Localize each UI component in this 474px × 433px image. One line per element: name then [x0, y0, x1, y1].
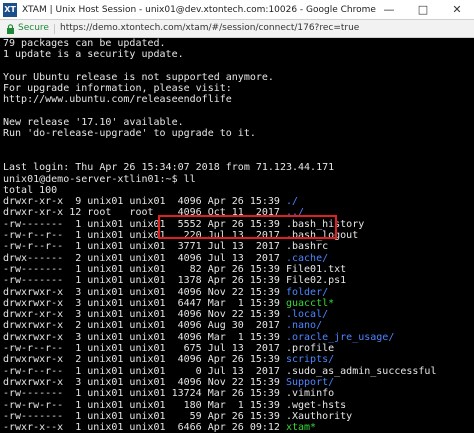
directory-name: ./ — [285, 196, 299, 208]
terminal-line-text: total 100 — [3, 184, 58, 196]
terminal-line-text: drwxrwxr-x 3 unix01 unix01 4096 Mar 1 15… — [3, 331, 286, 343]
terminal-line: total 100 — [3, 185, 474, 196]
terminal-line: drwxr-xr-x 3 unix01 unix01 4096 Nov 22 1… — [3, 309, 474, 320]
terminal-line-text: drwxrwxr-x 3 unix01 unix01 6447 Mar 1 15… — [3, 297, 286, 309]
terminal-line: -rw-r--r-- 1 unix01 unix01 220 Jul 13 20… — [3, 230, 474, 241]
terminal-line-text: drwxr-xr-x 12 root root 4096 Oct 11 2017 — [3, 207, 286, 219]
terminal-line-text: -rw-r--r-- 1 unix01 unix01 220 Jul 13 20… — [3, 230, 359, 242]
maximize-button[interactable]: □ — [406, 0, 440, 20]
minimize-button[interactable]: — — [372, 0, 406, 20]
browser-window: XT XTAM | Unix Host Session - unix01@dev… — [0, 0, 474, 433]
title-bar[interactable]: XT XTAM | Unix Host Session - unix01@dev… — [0, 0, 474, 20]
terminal-line-text: -rw-rw-r-- 1 unix01 unix01 180 Mar 1 15:… — [3, 399, 347, 411]
executable-name: xtam* — [285, 422, 317, 433]
directory-name: scripts/ — [285, 354, 335, 366]
terminal-line-text: drwx------ 2 unix01 unix01 4096 Jul 13 2… — [3, 252, 286, 264]
terminal-line-text: 1 update is a security update. — [3, 49, 184, 61]
terminal-line-text: New release '17.10' available. — [3, 117, 184, 129]
directory-name: Support/ — [285, 376, 335, 388]
terminal-line-text: -rwxr-x--x 1 unix01 unix01 6466 Apr 26 0… — [3, 422, 286, 433]
address-bar[interactable]: Secure https://demo.xtontech.com/xtam/#/… — [0, 20, 474, 38]
window-controls: — □ ✕ — [372, 0, 474, 20]
terminal-line: -rw------- 1 unix01 unix01 82 Apr 26 15:… — [3, 264, 474, 275]
terminal-line: -rw-r--r-- 1 unix01 unix01 0 Jul 13 2017… — [3, 366, 474, 377]
secure-label[interactable]: Secure — [18, 20, 49, 37]
terminal-line: Your Ubuntu release is not supported any… — [3, 72, 474, 83]
terminal-line-text: Last login: Thu Apr 26 15:34:07 2018 fro… — [3, 162, 335, 174]
terminal-line: -rw-r--r-- 1 unix01 unix01 3771 Jul 13 2… — [3, 241, 474, 252]
terminal-line: drwxr-xr-x 9 unix01 unix01 4096 Apr 26 1… — [3, 196, 474, 207]
terminal-line-text: -rw-r--r-- 1 unix01 unix01 0 Jul 13 2017… — [3, 365, 437, 377]
terminal-line: -rw------- 1 unix01 unix01 1378 Apr 26 1… — [3, 275, 474, 286]
terminal-line-text: -rw-r--r-- 1 unix01 unix01 675 Jul 13 20… — [3, 343, 335, 355]
terminal-line: -rw------- 1 unix01 unix01 59 Apr 26 15:… — [3, 411, 474, 422]
lock-icon — [7, 24, 14, 34]
terminal-line: drwx------ 2 unix01 unix01 4096 Jul 13 2… — [3, 253, 474, 264]
terminal-line: For upgrade information, please visit: — [3, 83, 474, 94]
directory-name: .local/ — [285, 309, 329, 321]
terminal-line: New release '17.10' available. — [3, 117, 474, 128]
terminal-line: -rw------- 1 unix01 unix01 5552 Apr 26 1… — [3, 219, 474, 230]
terminal-line-text: Run 'do-release-upgrade' to upgrade to i… — [3, 128, 256, 140]
terminal-line-text: drwxr-xr-x 3 unix01 unix01 4096 Nov 22 1… — [3, 309, 286, 321]
terminal-line: Run 'do-release-upgrade' to upgrade to i… — [3, 128, 474, 139]
url-field[interactable]: https://demo.xtontech.com/xtam/#/session… — [60, 20, 359, 37]
terminal-line-text: -rw-r--r-- 1 unix01 unix01 3771 Jul 13 2… — [3, 241, 329, 253]
terminal-line: drwxr-xr-x 12 root root 4096 Oct 11 2017… — [3, 207, 474, 218]
directory-name: .nano/ — [285, 320, 323, 332]
terminal-line-text: -rw------- 1 unix01 unix01 82 Apr 26 15:… — [3, 263, 347, 275]
terminal-line: http://www.ubuntu.com/releaseendoflife — [3, 94, 474, 105]
terminal-line-text: -rw------- 1 unix01 unix01 59 Apr 26 15:… — [3, 410, 353, 422]
terminal-line-text: unix01@demo-server-xtlin01:~$ ll — [3, 173, 196, 185]
directory-name: folder/ — [285, 286, 329, 298]
app-icon: XT — [3, 3, 17, 17]
close-button[interactable]: ✕ — [440, 0, 474, 20]
terminal-output[interactable]: 79 packages can be updated. 1 update is a… — [0, 38, 474, 433]
terminal-line-text: Your Ubuntu release is not supported any… — [3, 71, 274, 83]
terminal-line-text: 79 packages can be updated. — [3, 38, 166, 49]
terminal-line: drwxrwxr-x 3 unix01 unix01 4096 Nov 22 1… — [3, 377, 474, 388]
terminal-line: drwxrwxr-x 2 unix01 unix01 4096 Apr 26 1… — [3, 354, 474, 365]
terminal-line: 79 packages can be updated. — [3, 38, 474, 49]
terminal-line: drwxrwxr-x 3 unix01 unix01 6447 Mar 1 15… — [3, 298, 474, 309]
terminal-line: drwxrwxr-x 2 unix01 unix01 4096 Aug 30 2… — [3, 320, 474, 331]
directory-name: .oracle_jre_usage/ — [285, 331, 395, 343]
terminal-line-text: -rw------- 1 unix01 unix01 13724 Mar 26 … — [3, 388, 335, 400]
terminal-line: -rw-rw-r-- 1 unix01 unix01 180 Mar 1 15:… — [3, 400, 474, 411]
terminal-line-text: http://www.ubuntu.com/releaseendoflife — [3, 94, 232, 106]
terminal-line-text: drwxrwxr-x 3 unix01 unix01 4096 Nov 22 1… — [3, 286, 286, 298]
terminal-line-text: drwxrwxr-x 3 unix01 unix01 4096 Nov 22 1… — [3, 376, 286, 388]
directory-name: .cache/ — [285, 252, 329, 264]
terminal-line: Last login: Thu Apr 26 15:34:07 2018 fro… — [3, 162, 474, 173]
terminal-line: drwxrwxr-x 3 unix01 unix01 4096 Mar 1 15… — [3, 332, 474, 343]
terminal-line: -rw------- 1 unix01 unix01 13724 Mar 26 … — [3, 388, 474, 399]
terminal-line-text: drwxrwxr-x 2 unix01 unix01 4096 Apr 26 1… — [3, 354, 286, 366]
terminal-line-text: -rw------- 1 unix01 unix01 5552 Apr 26 1… — [3, 218, 365, 230]
executable-name: guacctl* — [285, 297, 335, 309]
terminal-line: -rw-r--r-- 1 unix01 unix01 675 Jul 13 20… — [3, 343, 474, 354]
terminal-line-text: For upgrade information, please visit: — [3, 83, 232, 95]
terminal-line-text: drwxr-xr-x 9 unix01 unix01 4096 Apr 26 1… — [3, 196, 286, 208]
window-title: XTAM | Unix Host Session - unix01@dev.xt… — [22, 5, 376, 15]
terminal-line: unix01@demo-server-xtlin01:~$ ll — [3, 174, 474, 185]
terminal-line: 1 update is a security update. — [3, 49, 474, 60]
terminal-line: -rwxr-x--x 1 unix01 unix01 6466 Apr 26 0… — [3, 422, 474, 433]
terminal-line: drwxrwxr-x 3 unix01 unix01 4096 Nov 22 1… — [3, 287, 474, 298]
directory-name: ../ — [285, 207, 305, 219]
terminal-line-text: -rw------- 1 unix01 unix01 1378 Apr 26 1… — [3, 275, 347, 287]
terminal-line-text: drwxrwxr-x 2 unix01 unix01 4096 Aug 30 2… — [3, 320, 286, 332]
address-divider — [54, 24, 55, 34]
